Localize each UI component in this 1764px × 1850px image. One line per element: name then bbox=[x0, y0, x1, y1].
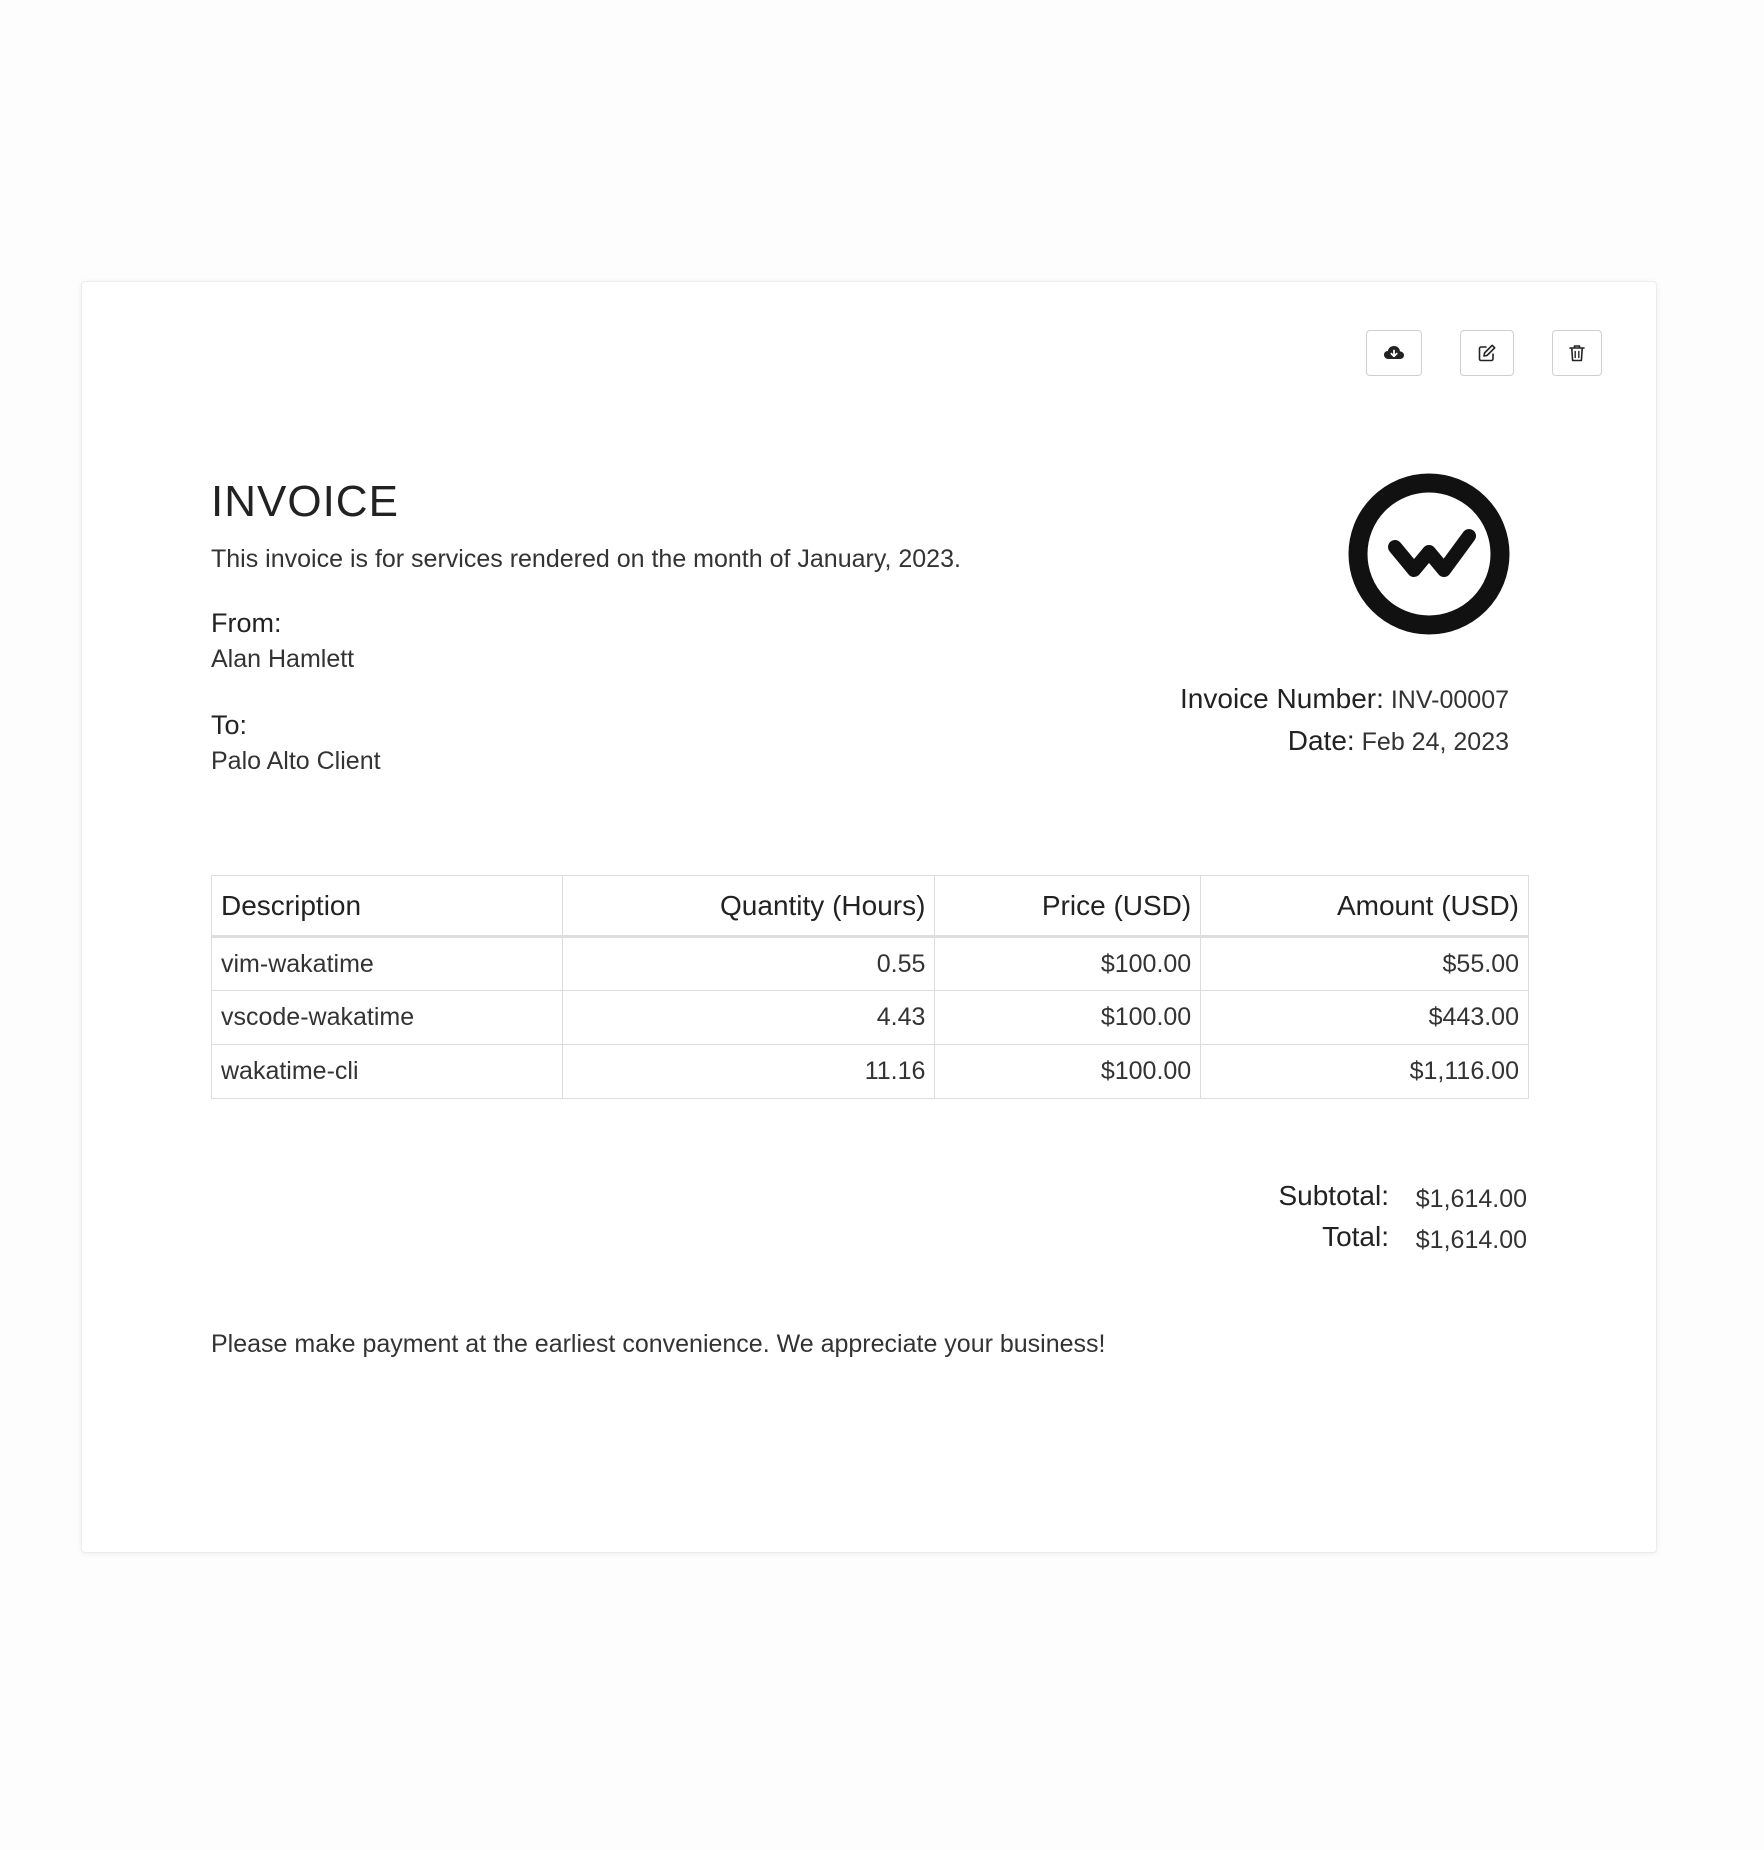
to-label: To: bbox=[211, 710, 248, 740]
to-name: Palo Alto Client bbox=[211, 747, 381, 775]
table-header-row: Description Quantity (Hours) Price (USD)… bbox=[211, 875, 1529, 938]
cell-description: vscode-wakatime bbox=[211, 990, 563, 1045]
download-button[interactable] bbox=[1366, 330, 1422, 376]
cell-amount: $55.00 bbox=[1200, 936, 1529, 991]
edit-button[interactable] bbox=[1460, 330, 1514, 376]
invoice-date-value: Feb 24, 2023 bbox=[1361, 728, 1509, 756]
column-header-quantity: Quantity (Hours) bbox=[561, 875, 936, 938]
invoice-card: INVOICE This invoice is for services ren… bbox=[81, 281, 1657, 1553]
total-label: Total: bbox=[1322, 1221, 1389, 1252]
invoice-title: INVOICE bbox=[211, 477, 399, 526]
payment-note: Please make payment at the earliest conv… bbox=[211, 1330, 1106, 1358]
cell-price: $100.00 bbox=[934, 1044, 1202, 1099]
cell-price: $100.00 bbox=[934, 990, 1202, 1045]
line-items-table: Description Quantity (Hours) Price (USD)… bbox=[211, 875, 1529, 1099]
subtotal-label: Subtotal: bbox=[1278, 1180, 1389, 1211]
cell-description: wakatime-cli bbox=[211, 1044, 563, 1099]
trash-icon bbox=[1569, 344, 1585, 362]
invoice-number-value: INV-00007 bbox=[1390, 686, 1509, 714]
cloud-download-icon bbox=[1383, 344, 1405, 362]
cell-quantity: 4.43 bbox=[561, 990, 936, 1045]
cell-price: $100.00 bbox=[934, 936, 1202, 991]
delete-button[interactable] bbox=[1552, 330, 1602, 376]
subtotal-value: $1,614.00 bbox=[1415, 1185, 1527, 1213]
invoice-date: Date: Feb 24, 2023 bbox=[1288, 724, 1509, 758]
cell-description: vim-wakatime bbox=[211, 936, 563, 991]
cell-amount: $443.00 bbox=[1200, 990, 1529, 1045]
wakatime-logo-icon bbox=[1348, 473, 1510, 635]
invoice-number-label: Invoice Number: bbox=[1180, 683, 1384, 714]
cell-quantity: 0.55 bbox=[561, 936, 936, 991]
edit-icon bbox=[1477, 343, 1497, 363]
cell-quantity: 11.16 bbox=[561, 1044, 936, 1099]
table-row: vscode-wakatime 4.43 $100.00 $443.00 bbox=[211, 990, 1529, 1045]
invoice-date-label: Date: bbox=[1287, 725, 1355, 756]
column-header-price: Price (USD) bbox=[934, 875, 1202, 938]
invoice-subtitle: This invoice is for services rendered on… bbox=[211, 545, 961, 573]
from-label: From: bbox=[211, 608, 282, 638]
column-header-amount: Amount (USD) bbox=[1200, 875, 1529, 938]
invoice-number: Invoice Number: INV-00007 bbox=[1180, 682, 1509, 716]
cell-amount: $1,116.00 bbox=[1200, 1044, 1529, 1099]
from-name: Alan Hamlett bbox=[211, 645, 355, 673]
column-header-description: Description bbox=[211, 875, 563, 938]
table-row: wakatime-cli 11.16 $100.00 $1,116.00 bbox=[211, 1044, 1529, 1099]
table-row: vim-wakatime 0.55 $100.00 $55.00 bbox=[211, 936, 1529, 991]
total-value: $1,614.00 bbox=[1415, 1226, 1527, 1254]
